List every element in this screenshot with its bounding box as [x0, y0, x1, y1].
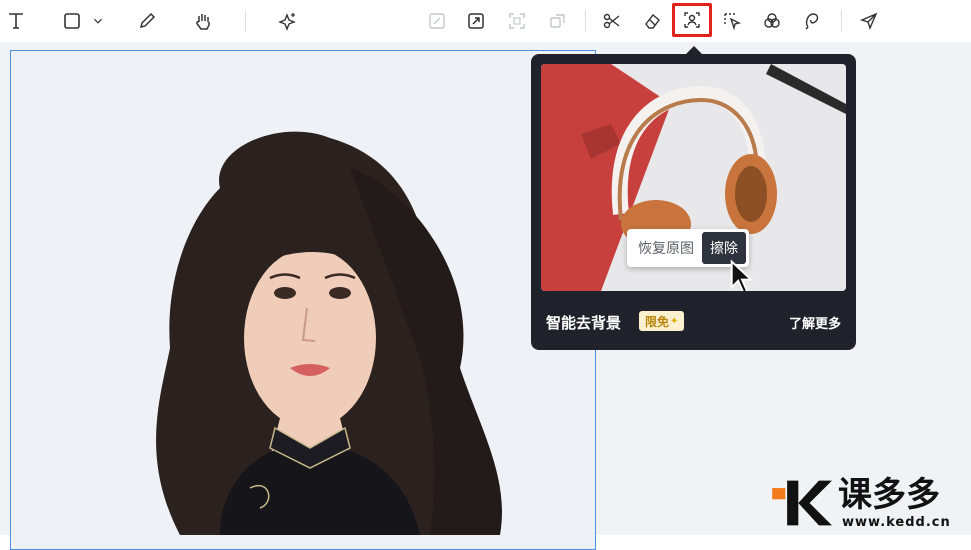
blend-button[interactable] — [757, 6, 787, 36]
chevron-down-icon — [93, 18, 103, 24]
resize-icon — [468, 13, 484, 29]
eraser-icon — [645, 13, 660, 29]
learn-more-link[interactable]: 了解更多 — [789, 313, 841, 332]
blend-icon — [764, 13, 780, 28]
cursor-arrow-icon — [730, 259, 754, 291]
pen-tool-button[interactable] — [132, 6, 162, 36]
ai-tool-button[interactable] — [273, 6, 303, 36]
crop-icon — [509, 13, 525, 29]
toolbar — [0, 0, 971, 42]
resize-button[interactable] — [461, 6, 491, 36]
brand-name: 课多多 — [838, 475, 940, 515]
restore-original-item: 恢复原图 — [638, 241, 694, 257]
text-tool-button[interactable] — [1, 6, 31, 36]
send-button[interactable] — [854, 6, 884, 36]
free-badge: 限免 ✦ — [639, 311, 685, 331]
free-badge-label: 限免 — [645, 314, 670, 329]
portrait-image[interactable] — [100, 128, 530, 535]
edit-image-icon — [429, 13, 445, 29]
feature-popup: 恢复原图 擦除 智能去背景 限免 ✦ 了解更多 — [531, 54, 856, 350]
scissors-button[interactable] — [597, 6, 627, 36]
remove-background-icon — [684, 12, 700, 28]
edit-image-button[interactable] — [422, 6, 452, 36]
brand-url: www.kedd.cn — [842, 515, 951, 530]
lasso-icon — [805, 13, 819, 30]
eraser-button[interactable] — [637, 6, 667, 36]
remove-background-button[interactable] — [672, 3, 712, 37]
send-icon — [860, 12, 878, 30]
feature-title: 智能去背景 — [546, 314, 622, 332]
ai-sparkle-icon — [278, 13, 296, 31]
brand-logo-icon — [772, 480, 832, 526]
pen-icon — [139, 12, 156, 29]
scissors-icon — [603, 13, 620, 29]
hand-tool-button[interactable] — [188, 6, 218, 36]
toolbar-divider — [841, 10, 842, 32]
hand-icon — [196, 14, 210, 30]
toolbar-divider — [585, 10, 586, 32]
rectangle-icon — [64, 13, 80, 29]
toolbar-divider — [245, 10, 246, 32]
select-tool-button[interactable] — [717, 6, 747, 36]
transform-button[interactable] — [543, 6, 573, 36]
feature-preview: 恢复原图 擦除 — [541, 64, 846, 291]
shape-dropdown-button[interactable] — [88, 6, 108, 36]
lasso-button[interactable] — [797, 6, 827, 36]
star-icon: ✦ — [670, 315, 679, 327]
transform-icon — [550, 14, 565, 28]
brand-watermark: 课多多 www.kedd.cn — [770, 475, 970, 535]
text-icon — [9, 13, 23, 29]
select-icon — [724, 13, 742, 31]
rectangle-tool-button[interactable] — [57, 6, 87, 36]
crop-button[interactable] — [502, 6, 532, 36]
